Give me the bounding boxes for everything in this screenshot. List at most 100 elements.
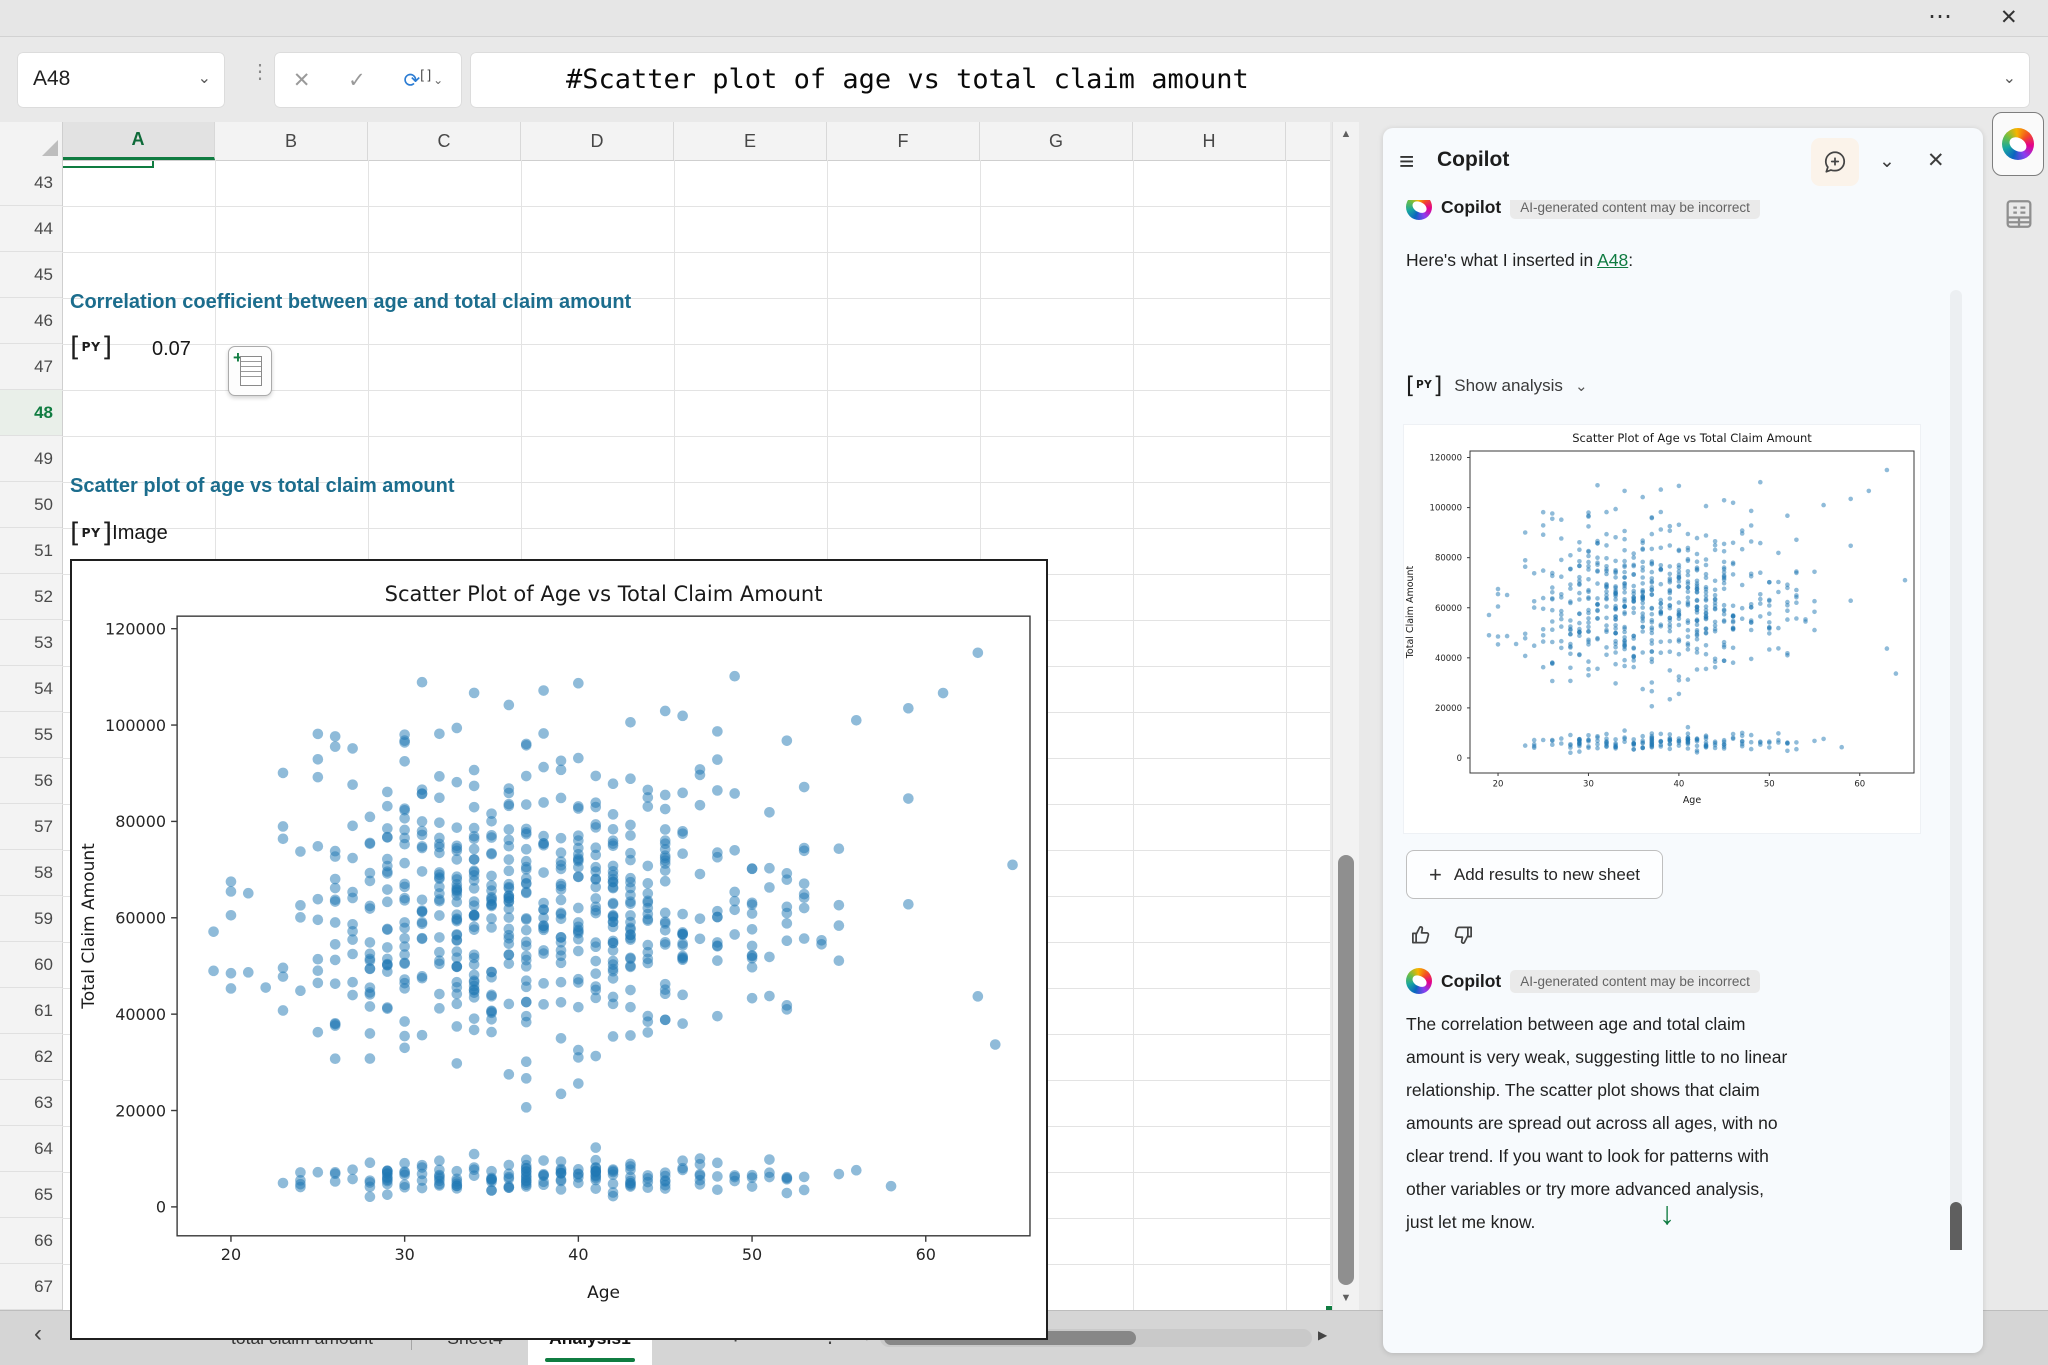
brackets-glyph: [ ]: [420, 67, 431, 82]
analysis-message-line: amount is very weak, suggesting little t…: [1406, 1041, 1787, 1074]
scatter-plot-image[interactable]: Scatter Plot of Age vs Total Claim Amoun…: [70, 559, 1048, 1340]
row-header-60[interactable]: 60: [0, 942, 62, 988]
scroll-up-icon[interactable]: ▲: [1333, 122, 1359, 146]
row-header-63[interactable]: 63: [0, 1080, 62, 1126]
analysis-message-line: just let me know.: [1406, 1206, 1787, 1239]
pane-scroll-thumb[interactable]: [1950, 1202, 1962, 1250]
row-header-59[interactable]: 59: [0, 896, 62, 942]
column-header-E[interactable]: E: [674, 122, 827, 160]
row-header-62[interactable]: 62: [0, 1034, 62, 1080]
row-header-64[interactable]: 64: [0, 1126, 62, 1172]
prev-sheet-icon[interactable]: ‹: [34, 1320, 42, 1348]
row-header-44[interactable]: 44: [0, 206, 62, 252]
grid-line-h: [62, 528, 1330, 529]
scroll-down-icon[interactable]: ▼: [1333, 1286, 1359, 1310]
column-header-F[interactable]: F: [827, 122, 980, 160]
row-header-55[interactable]: 55: [0, 712, 62, 758]
cell-a48-content[interactable]: [PY] Image: [70, 520, 168, 547]
confirm-entry-icon[interactable]: ✓: [348, 68, 366, 93]
svg-text:Age: Age: [1683, 795, 1702, 806]
row-header-54[interactable]: 54: [0, 666, 62, 712]
row-header-49[interactable]: 49: [0, 436, 62, 482]
show-analysis-chevron-icon: ⌄: [1575, 377, 1588, 395]
formula-bar-grip-icon[interactable]: ⋮: [250, 59, 270, 84]
scatter-plot-preview: Scatter Plot of Age vs Total Claim Amoun…: [1404, 425, 1920, 833]
python-insert-icon[interactable]: ⟳ [ ] ⌄: [403, 68, 443, 93]
row-header-47[interactable]: 47: [0, 344, 62, 390]
row-header-58[interactable]: 58: [0, 850, 62, 896]
select-all-corner[interactable]: [0, 122, 63, 160]
copilot-pane: ≡ Copilot ⌄ ✕ Copilot AI-generated conte…: [1383, 128, 1983, 1353]
cancel-entry-icon[interactable]: ✕: [293, 68, 311, 93]
inserted-suffix: :: [1628, 250, 1633, 270]
row-header-52[interactable]: 52: [0, 574, 62, 620]
analysis-message-line: amounts are spread out across all ages, …: [1406, 1107, 1787, 1140]
svg-text:50: 50: [742, 1245, 762, 1264]
tab-scroll-right-icon[interactable]: ▶: [1318, 1328, 1327, 1342]
thumbs-up-icon[interactable]: [1408, 922, 1434, 948]
column-header-A[interactable]: A: [62, 122, 215, 160]
svg-text:Scatter Plot of Age vs Total C: Scatter Plot of Age vs Total Claim Amoun…: [1572, 431, 1812, 445]
cell-a44-python-icon[interactable]: [PY]: [70, 334, 112, 362]
row-header-57[interactable]: 57: [0, 804, 62, 850]
svg-text:80000: 80000: [1435, 554, 1462, 564]
collapse-pane-icon[interactable]: ⌄: [1879, 150, 1895, 173]
row-header-46[interactable]: 46: [0, 298, 62, 344]
row-header-45[interactable]: 45: [0, 252, 62, 298]
new-chat-button[interactable]: [1811, 138, 1859, 186]
row-header-53[interactable]: 53: [0, 620, 62, 666]
column-header-C[interactable]: C: [368, 122, 521, 160]
cell-a43-text[interactable]: Correlation coefficient between age and …: [70, 291, 631, 314]
grid-vertical-scrollbar[interactable]: ▲ ▼: [1332, 122, 1359, 1310]
column-header-D[interactable]: D: [521, 122, 674, 160]
svg-text:20: 20: [1493, 780, 1504, 790]
active-tab-underline: [545, 1358, 635, 1362]
grid-line-v: [1133, 160, 1134, 1310]
thumbs-down-icon[interactable]: [1450, 922, 1476, 948]
row-header-50[interactable]: 50: [0, 482, 62, 528]
refresh-glyph: ⟳: [403, 68, 420, 93]
paste-options-icon[interactable]: +: [228, 346, 272, 396]
window-close-icon[interactable]: ✕: [2000, 5, 2018, 30]
svg-text:Scatter Plot of Age vs Total C: Scatter Plot of Age vs Total Claim Amoun…: [385, 581, 823, 606]
scroll-to-bottom-icon[interactable]: ↓: [1659, 1195, 1675, 1232]
cell-link[interactable]: A48: [1597, 250, 1628, 270]
cell-a47-text[interactable]: Scatter plot of age vs total claim amoun…: [70, 475, 455, 498]
row-header-43[interactable]: 43: [0, 160, 62, 206]
row-header-67[interactable]: 67: [0, 1264, 62, 1310]
row-header-56[interactable]: 56: [0, 758, 62, 804]
chart-preview-card: Scatter Plot of Age vs Total Claim Amoun…: [1403, 424, 1921, 834]
sheet-panel-icon[interactable]: [2002, 196, 2036, 232]
svg-text:Total Claim Amount: Total Claim Amount: [1405, 565, 1416, 659]
cell-a44-value[interactable]: 0.07: [152, 338, 191, 361]
pane-scrollbar[interactable]: [1950, 290, 1962, 1250]
svg-text:40: 40: [568, 1245, 588, 1264]
svg-text:60000: 60000: [1435, 604, 1462, 614]
spreadsheet-grid[interactable]: ABCDEFGH 4344454647484950515253545556575…: [0, 122, 1330, 1310]
column-header-B[interactable]: B: [215, 122, 368, 160]
formula-input[interactable]: #Scatter plot of age vs total claim amou…: [470, 52, 2030, 108]
excel-window: ⋯ ✕ A48 ⌄ ⋮ ✕ ✓ ⟳ [ ] ⌄ PY #Scatter plot…: [0, 0, 2048, 1365]
window-more-icon[interactable]: ⋯: [1928, 2, 1952, 31]
name-box[interactable]: A48 ⌄: [17, 52, 225, 108]
row-header-51[interactable]: 51: [0, 528, 62, 574]
row-header-48[interactable]: 48: [0, 390, 62, 436]
formula-actions: ✕ ✓ ⟳ [ ] ⌄: [274, 52, 462, 108]
row-header-61[interactable]: 61: [0, 988, 62, 1034]
close-pane-icon[interactable]: ✕: [1927, 148, 1945, 173]
column-header-H[interactable]: H: [1133, 122, 1286, 160]
expand-formula-bar-icon[interactable]: ⌄: [2003, 68, 2016, 88]
name-box-chevron-icon[interactable]: ⌄: [198, 68, 211, 88]
vertical-scroll-thumb[interactable]: [1338, 855, 1354, 1285]
copilot-rail-button[interactable]: [1992, 112, 2044, 176]
ai-disclaimer-badge: AI-generated content may be incorrect: [1510, 200, 1760, 219]
column-header-G[interactable]: G: [980, 122, 1133, 160]
show-analysis-toggle[interactable]: [PY] Show analysis ⌄: [1406, 375, 1588, 398]
python-insert-chevron-icon: ⌄: [433, 73, 443, 87]
row-headers: 4344454647484950515253545556575859606162…: [0, 160, 63, 1310]
row-header-66[interactable]: 66: [0, 1218, 62, 1264]
add-results-button[interactable]: + Add results to new sheet: [1406, 850, 1663, 899]
hamburger-menu-icon[interactable]: ≡: [1399, 146, 1414, 177]
row-header-65[interactable]: 65: [0, 1172, 62, 1218]
svg-text:Total Claim Amount: Total Claim Amount: [79, 843, 99, 1010]
